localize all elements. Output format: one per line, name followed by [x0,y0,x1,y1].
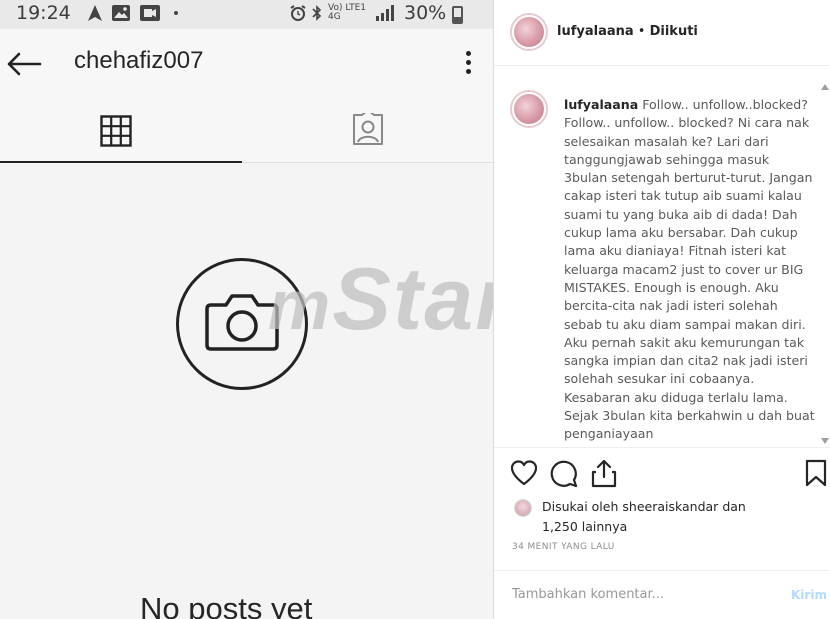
no-posts-text: No posts yet [140,591,313,619]
tab-tagged[interactable] [242,99,493,163]
post-header: lufyalaana • Diikuti [494,0,830,66]
liker-username[interactable]: sheeraiskandar [622,499,718,514]
save-bookmark-icon[interactable] [805,459,827,487]
alarm-icon [290,5,306,21]
more-options-icon[interactable] [458,48,478,78]
comment-input[interactable] [512,587,762,602]
liker-avatar[interactable] [514,499,532,517]
profile-tabs [0,99,493,163]
likes-count[interactable]: 1,250 lainnya [542,519,627,534]
status-bar: 19:24 Vo) LTE1 4G 30% [0,0,493,29]
gallery-icon [112,5,130,21]
status-time: 19:24 [16,2,71,24]
comment-box: Kirim [494,570,830,619]
instagram-post-panel: lufyalaana • Diikuti lufyalaana Follow..… [493,0,830,619]
notification-dot-icon [174,11,178,15]
follow-status-button[interactable]: Diikuti [650,24,698,39]
empty-posts-area [0,164,493,619]
profile-app-bar: chehafiz007 [0,29,493,99]
tab-grid[interactable] [0,99,242,163]
post-caption: lufyalaana Follow.. unfollow..blocked? F… [564,96,816,444]
caption-text: Follow.. unfollow..blocked? Follow.. unf… [564,97,815,442]
separator-dot: • [633,24,650,39]
mstar-watermark-logo: mStar [268,249,512,348]
tagged-person-icon [353,113,383,145]
video-call-icon [140,5,160,21]
post-timestamp[interactable]: 34 MENIT YANG LALU [512,542,615,552]
battery-percentage: 30% [404,2,447,24]
grid-icon [100,115,132,147]
battery-icon [452,6,463,24]
profile-username: chehafiz007 [74,47,204,74]
signal-icon [376,5,394,21]
like-heart-icon[interactable] [510,460,538,486]
post-comment-button[interactable]: Kirim [791,588,827,602]
bluetooth-icon [312,5,322,21]
author-username[interactable]: lufyalaana [557,24,634,39]
caption-avatar[interactable] [512,92,546,126]
back-arrow-icon[interactable] [6,51,42,77]
caption-username[interactable]: lufyalaana [564,97,638,112]
network-label: Vo) LTE1 4G [328,3,367,22]
post-actions [494,447,830,495]
navigation-arrow-icon [88,5,102,21]
comment-icon[interactable] [550,460,578,488]
likes-suffix: dan [722,499,746,514]
author-avatar[interactable] [512,15,546,49]
caption-area: lufyalaana Follow.. unfollow..blocked? F… [494,84,830,446]
likes-prefix: Disukai oleh [542,499,619,514]
share-icon[interactable] [590,458,618,488]
caption-scrollbar[interactable] [821,84,829,444]
